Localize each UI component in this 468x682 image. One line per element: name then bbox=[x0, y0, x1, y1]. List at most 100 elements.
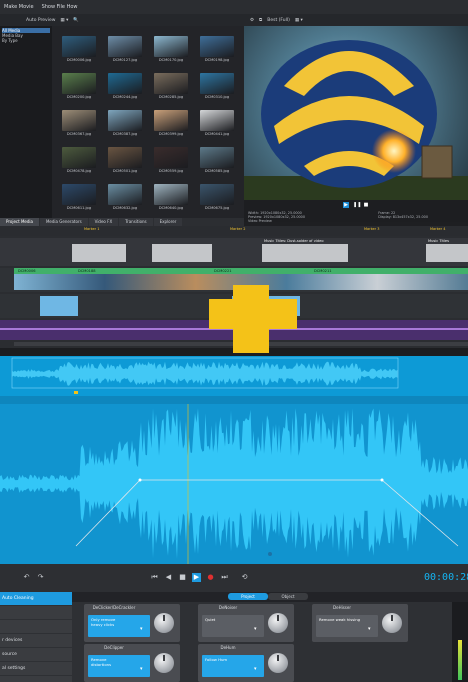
clip-label: DCM0211 bbox=[314, 269, 332, 273]
play-icon[interactable]: ▶ bbox=[343, 202, 349, 208]
sidebar-item[interactable] bbox=[0, 620, 72, 634]
thumbnail-caption: DCM0675.jpg bbox=[204, 206, 230, 210]
waveform-editor[interactable] bbox=[0, 396, 468, 564]
media-thumbnail[interactable]: DCM0632.jpg bbox=[108, 184, 142, 210]
chevron-down-icon: ▾ bbox=[140, 666, 143, 672]
media-thumbnail[interactable]: DCM0478.jpg bbox=[62, 147, 96, 173]
title-clip[interactable] bbox=[152, 244, 212, 262]
grid-icon[interactable]: ▦ ▾ bbox=[295, 18, 303, 23]
transport-bar bbox=[0, 564, 468, 592]
waveform-overview[interactable] bbox=[0, 356, 468, 396]
sidebar-item-auto-cleaning[interactable]: Auto Cleaning bbox=[0, 592, 72, 606]
marker-2[interactable]: Marker 2 bbox=[230, 227, 245, 231]
tab-object[interactable]: Object bbox=[268, 593, 308, 600]
tab-explorer[interactable]: Explorer bbox=[153, 218, 183, 226]
dehum-knob[interactable] bbox=[268, 653, 288, 673]
media-thumbnail[interactable]: DCM0170.jpg bbox=[154, 36, 188, 62]
media-thumbnail[interactable]: DCM0559.jpg bbox=[154, 147, 188, 173]
rewind-icon[interactable]: ◀ bbox=[164, 573, 173, 582]
sidebar-item-source[interactable]: source bbox=[0, 648, 72, 662]
loop-icon[interactable]: ⟲ bbox=[240, 573, 249, 582]
play-icon[interactable]: ▶ bbox=[192, 573, 201, 582]
audio-clip[interactable] bbox=[40, 296, 78, 316]
media-thumbnail[interactable]: DCM0585.jpg bbox=[200, 147, 234, 173]
media-thumbnail[interactable]: DCM0244.jpg bbox=[108, 73, 142, 99]
title-clip[interactable]: Music Titles: Dust-solder of video bbox=[262, 239, 348, 262]
search-icon[interactable]: 🔍 bbox=[73, 18, 79, 23]
marker-4[interactable]: Marker 4 bbox=[430, 227, 445, 231]
declicker-knob[interactable] bbox=[154, 613, 174, 633]
media-thumbnail[interactable]: DCM0127.jpg bbox=[108, 36, 142, 62]
stop-icon[interactable]: ■ bbox=[363, 202, 369, 208]
video-preview-label: Video Preview bbox=[248, 219, 272, 223]
marker-3[interactable]: Marker 3 bbox=[364, 227, 379, 231]
media-thumbnail[interactable]: DCM0285.jpg bbox=[154, 73, 188, 99]
chevron-down-icon: ▾ bbox=[140, 626, 143, 632]
media-thumbnail[interactable]: DCM0640.jpg bbox=[154, 184, 188, 210]
main-waveform bbox=[0, 396, 468, 564]
menu-show-file-how[interactable]: Show File How bbox=[42, 4, 78, 10]
tab-media-generators[interactable]: Media Generators bbox=[39, 218, 88, 226]
tab-video-fx[interactable]: Video FX bbox=[88, 218, 119, 226]
clip-label: DCM0221 bbox=[214, 269, 232, 273]
level-meter bbox=[452, 602, 468, 682]
sidebar-item[interactable] bbox=[0, 606, 72, 620]
sidebar-item-devices[interactable]: r devices bbox=[0, 634, 72, 648]
title-track: Music Titles: Dust-solder of video Music… bbox=[0, 238, 468, 266]
media-thumbnail[interactable]: DCM0200.jpg bbox=[62, 73, 96, 99]
tree-item-by-type[interactable]: By Type bbox=[2, 38, 50, 43]
media-grid: DCM0006.jpg DCM0127.jpg DCM0170.jpg DCM0198… bbox=[52, 26, 244, 218]
media-thumbnail[interactable]: DCM0310.jpg bbox=[200, 73, 234, 99]
tab-transitions[interactable]: Transitions bbox=[119, 218, 153, 226]
timeline-ruler[interactable]: Marker 1 Marker 2 Marker 3 Marker 4 bbox=[0, 226, 468, 236]
redo-icon[interactable]: ↷ bbox=[36, 573, 45, 582]
view-icon[interactable]: ▦ ▾ bbox=[60, 18, 68, 23]
title-clip[interactable] bbox=[72, 244, 126, 262]
time-display: 00:00:28 bbox=[424, 572, 468, 583]
tab-project-media[interactable]: Project Media bbox=[0, 218, 39, 226]
menu-make-movie[interactable]: Make Movie bbox=[4, 4, 34, 10]
thumbnail-caption: DCM0310.jpg bbox=[204, 95, 230, 99]
dehisser-knob[interactable] bbox=[382, 613, 402, 633]
marker-1[interactable]: Marker 1 bbox=[84, 227, 99, 231]
thumbnail-image bbox=[154, 110, 188, 131]
media-thumbnail[interactable]: DCM0399.jpg bbox=[154, 110, 188, 136]
media-thumbnail[interactable]: DCM0006.jpg bbox=[62, 36, 96, 62]
clip-label: Music Titles: Dust-solder of video bbox=[264, 239, 324, 243]
declipper-knob[interactable] bbox=[154, 653, 174, 673]
denoiser-knob[interactable] bbox=[268, 613, 288, 633]
thumbnail-image bbox=[200, 184, 234, 205]
skip-start-icon[interactable]: ⏮ bbox=[150, 573, 159, 582]
clip-label: DCM0006 bbox=[18, 269, 36, 273]
media-toolbar: Auto Preview ▦ ▾ 🔍 bbox=[0, 14, 244, 26]
preset-value: Quiet bbox=[205, 617, 216, 622]
media-thumbnail[interactable]: DCM0387.jpg bbox=[108, 110, 142, 136]
title-clip[interactable]: Music Titles bbox=[426, 239, 468, 262]
media-thumbnail[interactable]: DCM0367.jpg bbox=[62, 110, 96, 136]
thumbnail-caption: DCM0367.jpg bbox=[66, 132, 92, 136]
quality-select[interactable]: Best (Full) bbox=[267, 18, 290, 23]
module-title: DeHisser bbox=[333, 605, 351, 610]
preview-toolbar: ⚙ ⧉ Best (Full) ▦ ▾ bbox=[244, 14, 468, 26]
record-icon[interactable]: ● bbox=[206, 573, 215, 582]
media-thumbnail[interactable]: DCM0198.jpg bbox=[200, 36, 234, 62]
thumbnail-caption: DCM0198.jpg bbox=[204, 58, 230, 62]
auto-preview-toggle[interactable]: Auto Preview bbox=[26, 18, 55, 23]
skip-end-icon[interactable]: ⏭ bbox=[220, 573, 229, 582]
tab-project[interactable]: Project bbox=[228, 593, 268, 600]
undo-icon[interactable]: ↶ bbox=[22, 573, 31, 582]
thumbnail-caption: DCM0127.jpg bbox=[112, 58, 138, 62]
media-thumbnail[interactable]: DCM0501.jpg bbox=[108, 147, 142, 173]
video-preview bbox=[244, 26, 468, 200]
module-dehum: DeHum Follow Hum ▾ bbox=[198, 644, 294, 682]
copy-icon[interactable]: ⧉ bbox=[259, 17, 262, 23]
sidebar-item-settings[interactable]: al settings bbox=[0, 662, 72, 676]
stop-icon[interactable]: ■ bbox=[178, 573, 187, 582]
media-thumbnail[interactable]: DCM0441.jpg bbox=[200, 110, 234, 136]
settings-icon[interactable]: ⚙ bbox=[250, 18, 254, 23]
thumbnail-image bbox=[200, 36, 234, 57]
media-thumbnail[interactable]: DCM0675.jpg bbox=[200, 184, 234, 210]
thumbnail-image bbox=[154, 184, 188, 205]
pause-icon[interactable]: ❚❚ bbox=[353, 202, 361, 208]
media-thumbnail[interactable]: DCM0611.jpg bbox=[62, 184, 96, 210]
